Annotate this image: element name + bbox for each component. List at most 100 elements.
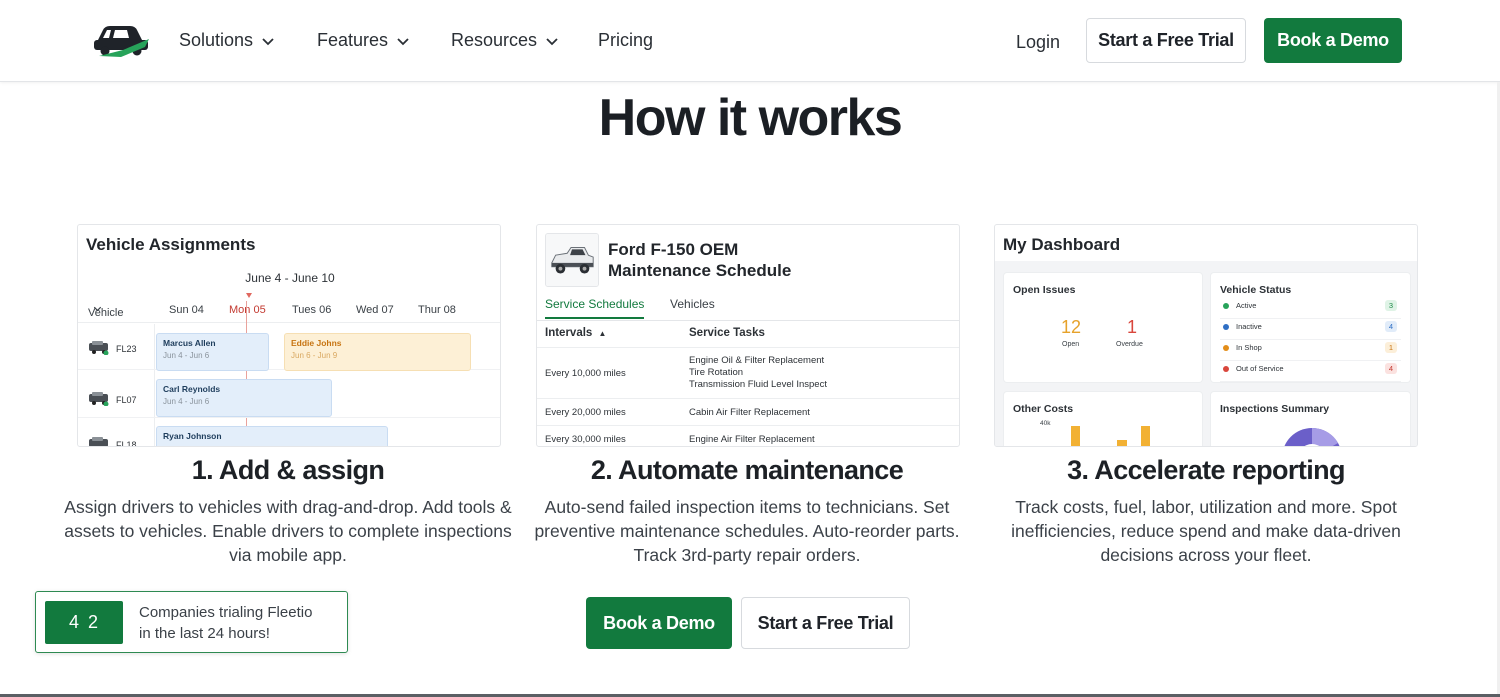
login-link[interactable]: Login xyxy=(1016,32,1060,53)
start-free-trial-button[interactable]: Start a Free Trial xyxy=(741,597,910,649)
schedule-row[interactable]: Every 30,000 miles Engine Air Filter Rep… xyxy=(537,425,959,446)
trial-counter-line1: Companies trialing Fleetio xyxy=(139,604,313,621)
schedule-header: Vehicle Sun 04 Mon 05 Tues 06 Wed 07 Thu… xyxy=(78,301,500,323)
cost-bar xyxy=(1071,426,1080,446)
overdue-count: 1 xyxy=(1127,317,1138,337)
vehicle-thumbnail-icon xyxy=(89,392,109,406)
task-item: Transmission Fluid Level Inspect xyxy=(689,379,827,390)
other-costs-widget[interactable]: Other Costs 40k xyxy=(1004,392,1202,446)
vehicle-id: FL23 xyxy=(116,344,137,354)
status-label: Out of Service xyxy=(1236,364,1284,373)
assignment-block[interactable]: Eddie Johns Jun 6 - Jun 9 xyxy=(284,333,471,371)
status-dot-icon xyxy=(1223,366,1229,372)
status-count-badge: 3 xyxy=(1384,300,1397,311)
task-item: Engine Air Filter Replacement xyxy=(689,434,815,445)
open-count: 12 xyxy=(1061,317,1082,337)
status-count-badge: 4 xyxy=(1384,321,1397,332)
step-3-description: Track costs, fuel, labor, utilization an… xyxy=(1011,497,1401,565)
status-dot-icon xyxy=(1223,324,1229,330)
vehicle-id: FL07 xyxy=(116,395,137,405)
inspections-donut-chart xyxy=(1284,427,1340,446)
driver-name: Marcus Allen xyxy=(163,338,216,348)
driver-name: Eddie Johns xyxy=(291,338,342,348)
chevron-down-icon xyxy=(546,37,558,45)
schedule-tabs: Service Schedules Vehicles xyxy=(537,295,959,321)
driver-name: Ryan Johnson xyxy=(163,431,222,441)
costs-axis-label: 40k xyxy=(1040,420,1051,427)
assignment-block[interactable]: Marcus Allen Jun 4 - Jun 6 xyxy=(156,333,269,371)
vehicle-status-widget[interactable]: Vehicle Status Active 3 Inactive 4 In Shop 1 O… xyxy=(1211,273,1410,382)
vehicle-assignments-card: Vehicle Assignments June 4 - June 10 Veh… xyxy=(77,224,501,447)
inspections-summary-title: Inspections Summary xyxy=(1220,403,1330,415)
task-item: Cabin Air Filter Replacement xyxy=(689,407,810,418)
fleetio-logo-icon[interactable] xyxy=(93,20,151,60)
open-label: Open xyxy=(1062,341,1080,348)
trial-count: 42 xyxy=(45,601,123,644)
task-item: Engine Oil & Filter Replacement xyxy=(689,355,825,366)
day-header-today: Mon 05 xyxy=(229,304,266,316)
cost-bar xyxy=(1117,440,1127,446)
nav-pricing-label: Pricing xyxy=(598,30,654,50)
nav-book-demo-button[interactable]: Book a Demo xyxy=(1264,18,1402,63)
intervals-column-header[interactable]: Intervals ▲ xyxy=(545,327,606,339)
step-2-description: Auto-send failed inspection items to tec… xyxy=(534,497,960,565)
today-marker-icon xyxy=(246,293,252,298)
assignment-dates: Jun 4 - Jun 6 xyxy=(163,351,210,360)
driver-name: Carl Reynolds xyxy=(163,384,221,394)
day-header: Wed 07 xyxy=(356,304,394,316)
schedule-title: Ford F-150 OEM Maintenance Schedule xyxy=(608,239,791,281)
status-label: Inactive xyxy=(1236,322,1262,331)
dashboard-card: My Dashboard Open Issues 12 Open 1 Overd… xyxy=(994,224,1418,447)
interval-value: Every 20,000 miles xyxy=(545,407,626,418)
nav-solutions[interactable]: Solutions xyxy=(179,30,275,51)
nav-pricing[interactable]: Pricing xyxy=(598,30,653,51)
vehicle-status-row[interactable]: Active 3 xyxy=(1220,299,1401,319)
vehicle-status-row[interactable]: In Shop 1 xyxy=(1220,341,1401,361)
nav-solutions-label: Solutions xyxy=(179,30,254,50)
vehicle-status-title: Vehicle Status xyxy=(1220,284,1292,296)
chevron-down-icon xyxy=(262,37,274,45)
status-count-badge: 4 xyxy=(1384,363,1397,374)
status-label: In Shop xyxy=(1236,343,1262,352)
vehicle-column-header[interactable]: Vehicle xyxy=(88,304,123,319)
nav-resources-label: Resources xyxy=(451,30,538,50)
schedule-row[interactable]: Every 10,000 miles Engine Oil & Filter R… xyxy=(537,347,959,398)
day-header: Tues 06 xyxy=(292,304,332,316)
tab-service-schedules[interactable]: Service Schedules xyxy=(545,297,645,319)
book-demo-button[interactable]: Book a Demo xyxy=(586,597,732,649)
tab-vehicles[interactable]: Vehicles xyxy=(670,297,715,311)
service-tasks-column-header: Service Tasks xyxy=(689,327,765,339)
inspections-summary-widget[interactable]: Inspections Summary xyxy=(1211,392,1410,446)
vehicle-column-label: Vehicle xyxy=(88,307,124,319)
assignment-block[interactable]: Carl Reynolds Jun 4 - Jun 6 xyxy=(156,379,332,417)
schedule-title-line2: Maintenance Schedule xyxy=(608,261,792,280)
date-range: June 4 - June 10 xyxy=(245,271,335,285)
truck-thumbnail-icon xyxy=(545,233,599,287)
day-header: Thur 08 xyxy=(418,304,456,316)
step-3-title: 3. Accelerate reporting xyxy=(1067,455,1345,485)
nav-start-free-trial-button[interactable]: Start a Free Trial xyxy=(1086,18,1246,63)
chevron-down-icon xyxy=(397,37,409,45)
other-costs-title: Other Costs xyxy=(1013,403,1074,415)
vehicle-status-row[interactable]: Inactive 4 xyxy=(1220,320,1401,340)
vehicle-assignments-title: Vehicle Assignments xyxy=(86,235,256,254)
cost-bar xyxy=(1141,426,1150,446)
nav-features[interactable]: Features xyxy=(317,30,410,51)
status-count-badge: 1 xyxy=(1384,342,1397,353)
intervals-label: Intervals xyxy=(545,327,593,339)
open-issues-title: Open Issues xyxy=(1013,284,1076,296)
assignment-block[interactable]: Ryan Johnson xyxy=(156,426,388,446)
nav-resources[interactable]: Resources xyxy=(451,30,559,51)
vehicle-status-row[interactable]: Out of Service 4 xyxy=(1220,362,1401,382)
step-1-description: Assign drivers to vehicles with drag-and… xyxy=(64,497,512,565)
nav-features-label: Features xyxy=(317,30,389,50)
vehicle-id: FL18 xyxy=(116,440,137,447)
top-navigation: Solutions Features Resources Pricing Log… xyxy=(0,0,1500,82)
service-tasks: Engine Oil & Filter Replacement Tire Rot… xyxy=(689,355,827,391)
page-headline: How it works xyxy=(598,89,903,147)
schedule-row[interactable]: Every 20,000 miles Cabin Air Filter Repl… xyxy=(537,398,959,425)
assignment-dates: Jun 6 - Jun 9 xyxy=(291,351,338,360)
schedule-title-line1: Ford F-150 OEM xyxy=(608,240,739,259)
step-1-title: 1. Add & assign xyxy=(191,455,385,485)
open-issues-widget[interactable]: Open Issues 12 Open 1 Overdue xyxy=(1004,273,1202,382)
